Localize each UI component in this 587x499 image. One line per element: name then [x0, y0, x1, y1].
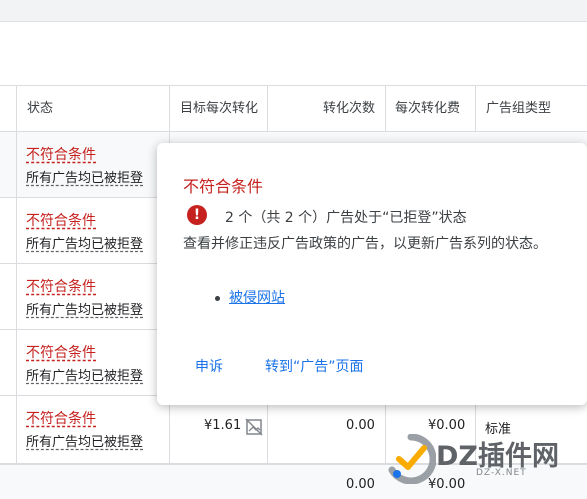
conversions-value: 0.00: [346, 418, 375, 433]
status-cell: [17, 264, 170, 329]
status-label[interactable]: 不符合条件: [26, 342, 96, 362]
row-checkbox-cell: [0, 132, 17, 197]
bullet-icon: [215, 296, 220, 301]
status-popup: 不符合条件 ! 2 个（共 2 个）广告处于“已拒登”状态 查看并修正违反广告政…: [157, 143, 587, 405]
top-strip: [0, 0, 587, 22]
toolbar-area: [0, 22, 587, 86]
appeal-button[interactable]: 申诉: [195, 356, 223, 376]
watermark: DZ插件网 DZ-X.NET: [384, 430, 587, 499]
status-cell: [17, 396, 170, 463]
status-detail[interactable]: 所有广告均已被拒登: [26, 365, 143, 384]
target-cpa-value: ¥1.61: [204, 418, 242, 433]
row-checkbox-cell: [0, 264, 17, 329]
status-label[interactable]: 不符合条件: [26, 276, 96, 296]
popup-description: 查看并修正违反广告政策的广告，以更新广告系列的状态。: [183, 236, 547, 252]
status-cell: [17, 330, 170, 395]
row-checkbox-cell: [0, 198, 17, 263]
header-status[interactable]: 状态: [17, 86, 170, 132]
status-cell: [17, 198, 170, 263]
watermark-logo-icon: [388, 434, 436, 484]
row-checkbox-cell: [0, 396, 17, 463]
total-conversions: 0.00: [346, 477, 375, 492]
header-target-cpa[interactable]: 目标每次转化: [170, 86, 268, 132]
policy-link[interactable]: 被侵网站: [229, 287, 285, 307]
status-label[interactable]: 不符合条件: [26, 210, 96, 230]
status-label[interactable]: 不符合条件: [26, 144, 96, 164]
status-cell: [17, 132, 170, 197]
status-detail[interactable]: 所有广告均已被拒登: [26, 299, 143, 318]
header-cost-per-conversion[interactable]: 每次转化费: [386, 86, 476, 132]
header-ad-group-type[interactable]: 广告组类型: [476, 86, 587, 132]
popup-title: 不符合条件: [183, 177, 264, 196]
header-conversions[interactable]: 转化次数: [268, 86, 386, 132]
status-detail[interactable]: 所有广告均已被拒登: [26, 431, 143, 450]
go-to-ads-button[interactable]: 转到“广告”页面: [265, 356, 364, 376]
status-detail[interactable]: 所有广告均已被拒登: [26, 233, 143, 252]
image-off-icon[interactable]: [245, 418, 263, 436]
watermark-url: DZ-X.NET: [476, 468, 527, 478]
disapproved-count: 2 个（共 2 个）广告处于“已拒登”状态: [225, 210, 467, 226]
status-label[interactable]: 不符合条件: [26, 408, 96, 428]
status-detail[interactable]: 所有广告均已被拒登: [26, 167, 143, 186]
header-checkbox-col: [0, 86, 17, 132]
row-checkbox-cell: [0, 330, 17, 395]
error-icon: !: [187, 205, 207, 225]
